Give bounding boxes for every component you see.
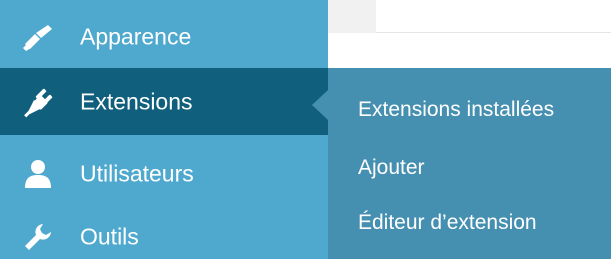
- menu-item-apparence[interactable]: Apparence: [0, 6, 328, 68]
- menu-item-label: Apparence: [80, 23, 192, 50]
- user-icon: [20, 156, 56, 192]
- menu-item-outils[interactable]: Outils: [0, 207, 328, 267]
- menu-item-label: Extensions: [80, 88, 193, 114]
- menu-item-label: Outils: [80, 223, 139, 250]
- menu-item-utilisateurs[interactable]: Utilisateurs: [0, 140, 328, 207]
- brush-icon: [20, 19, 56, 55]
- submenu-item-installed-extensions[interactable]: Extensions installées: [358, 98, 554, 122]
- admin-sidebar: Apparence Extensions Utilisateurs Outils: [0, 0, 328, 259]
- menu-item-extensions[interactable]: Extensions: [0, 68, 328, 135]
- content-header-block: [328, 0, 376, 33]
- wrench-icon: [20, 219, 56, 255]
- submenu-item-add[interactable]: Ajouter: [358, 156, 425, 180]
- plug-icon: [20, 84, 56, 120]
- menu-item-label: Utilisateurs: [80, 160, 194, 186]
- extensions-submenu: Extensions installées Ajouter Éditeur d’…: [328, 68, 611, 259]
- content-divider: [376, 32, 611, 33]
- submenu-pointer: [312, 90, 328, 120]
- submenu-item-extension-editor[interactable]: Éditeur d’extension: [358, 211, 537, 235]
